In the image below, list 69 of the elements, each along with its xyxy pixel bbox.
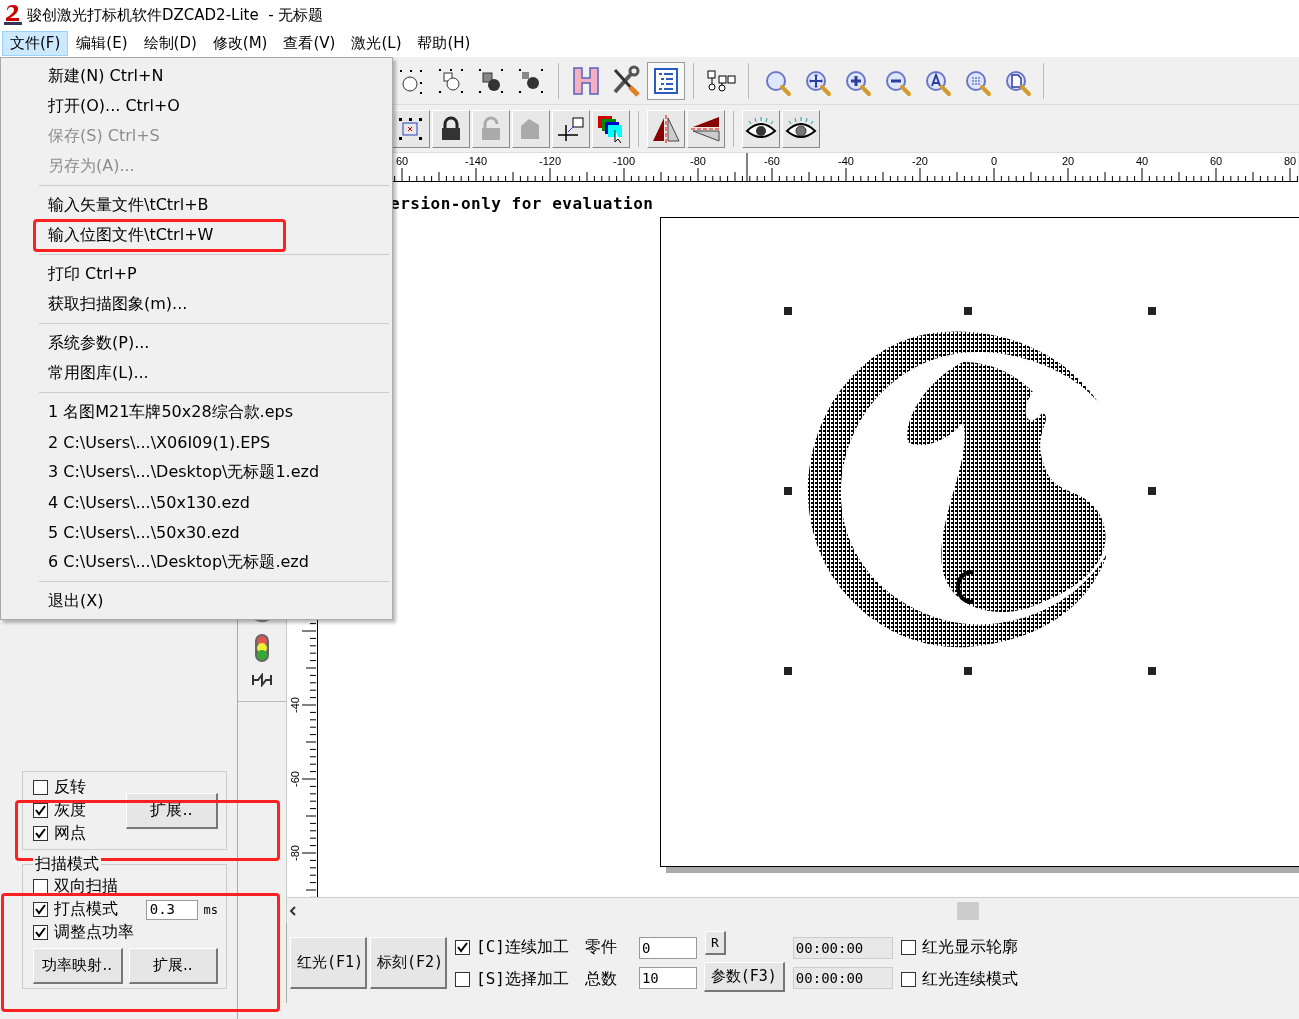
menu-entry[interactable]: 退出(X)	[33, 584, 115, 618]
step-icon[interactable]	[251, 673, 273, 687]
selection-handle[interactable]	[784, 667, 792, 676]
group-title: 扫描模式	[33, 854, 101, 875]
letter-h-icon[interactable]	[572, 65, 600, 96]
panel-button[interactable]: 功率映射..	[33, 948, 123, 984]
total-count-field[interactable]: 10	[638, 967, 697, 989]
checkbox-label: 红光连续模式	[921, 968, 1018, 990]
eye-icon[interactable]	[785, 116, 817, 141]
checkbox[interactable]	[900, 939, 916, 955]
scroll-left-icon[interactable]	[287, 904, 299, 917]
list-icon[interactable]	[654, 67, 678, 94]
window-title: 骏创激光打标机软件DZCAD2-Lite - 无标题	[27, 5, 324, 25]
checkbox-label: 反转	[54, 777, 86, 798]
menu-entry[interactable]: 2 C:\Users\...\X06I09(1).EPS	[33, 426, 282, 458]
menu-entry[interactable]: 5 C:\Users\...\50x30.ezd	[33, 516, 251, 548]
mirror-horizontal-icon[interactable]	[650, 113, 682, 144]
checkbox[interactable]	[33, 826, 48, 841]
eye-icon[interactable]	[745, 116, 777, 141]
part-count-field[interactable]: 0	[638, 937, 697, 959]
selection-handle[interactable]	[964, 667, 972, 676]
checkbox[interactable]	[33, 925, 48, 940]
checkbox[interactable]	[33, 780, 48, 795]
selection-handle[interactable]	[1148, 487, 1156, 496]
traffic-light-icon[interactable]	[254, 633, 270, 663]
input-field[interactable]: 0.3	[145, 899, 198, 920]
scrollbar-thumb[interactable]	[957, 902, 979, 921]
total-label: 总数	[584, 967, 617, 990]
axis-icon[interactable]	[556, 114, 586, 143]
selection-handle[interactable]	[1148, 307, 1156, 316]
selection-handle[interactable]	[784, 307, 792, 316]
menu-item[interactable]: 激光(L)	[343, 31, 410, 56]
checkbox-label: 打点模式	[54, 899, 119, 920]
checkbox-label: [S]选择加工	[476, 968, 569, 990]
unit-label: ms	[203, 902, 218, 917]
selection-handle[interactable]	[964, 307, 972, 316]
aim-light-button[interactable]: 红光(F1)	[290, 937, 367, 989]
checkbox-label: [C]连续加工	[476, 936, 569, 958]
menu-item[interactable]: 帮助(H)	[409, 31, 479, 56]
checkbox-label: 调整点功率	[54, 922, 135, 943]
checkbox[interactable]	[33, 803, 48, 818]
checkbox[interactable]	[900, 971, 916, 987]
selection-handle[interactable]	[784, 487, 792, 496]
menu-item[interactable]: 查看(V)	[275, 31, 344, 56]
panel-button[interactable]: 扩展..	[128, 948, 218, 984]
menu-item[interactable]: 修改(M)	[204, 31, 276, 56]
selection-handle[interactable]	[1148, 667, 1156, 676]
time-display: 00:00:00	[792, 937, 893, 959]
lock-icon[interactable]	[439, 115, 463, 142]
checkbox-label: 灰度	[54, 800, 86, 821]
menu-item[interactable]: 文件(F)	[2, 31, 69, 56]
part-label: 零件	[584, 935, 617, 958]
checkbox[interactable]	[455, 939, 470, 955]
time-display: 00:00:00	[792, 967, 893, 989]
menu-entry[interactable]: 4 C:\Users\...\50x130.ezd	[33, 486, 261, 518]
app-logo-icon	[3, 4, 23, 26]
checkbox[interactable]	[455, 971, 470, 987]
params-button[interactable]: 参数(F3)	[703, 962, 785, 992]
checkbox[interactable]	[33, 902, 48, 917]
menu-item[interactable]: 编辑(E)	[68, 31, 136, 56]
menu-entry[interactable]: 输入位图文件\tCtrl+W	[33, 218, 287, 252]
mark-button[interactable]: 标刻(F2)	[370, 937, 447, 989]
checkbox-label: 网点	[54, 823, 86, 844]
checkbox-label: 双向扫描	[54, 876, 119, 897]
reset-button[interactable]: R	[704, 931, 726, 955]
checkbox-label: 红光显示轮廓	[921, 936, 1018, 958]
node-shapes-icon[interactable]	[706, 68, 736, 93]
menu-item[interactable]: 绘制(D)	[135, 31, 205, 56]
evaluation-notice: ersion-only for evaluation	[390, 194, 654, 214]
